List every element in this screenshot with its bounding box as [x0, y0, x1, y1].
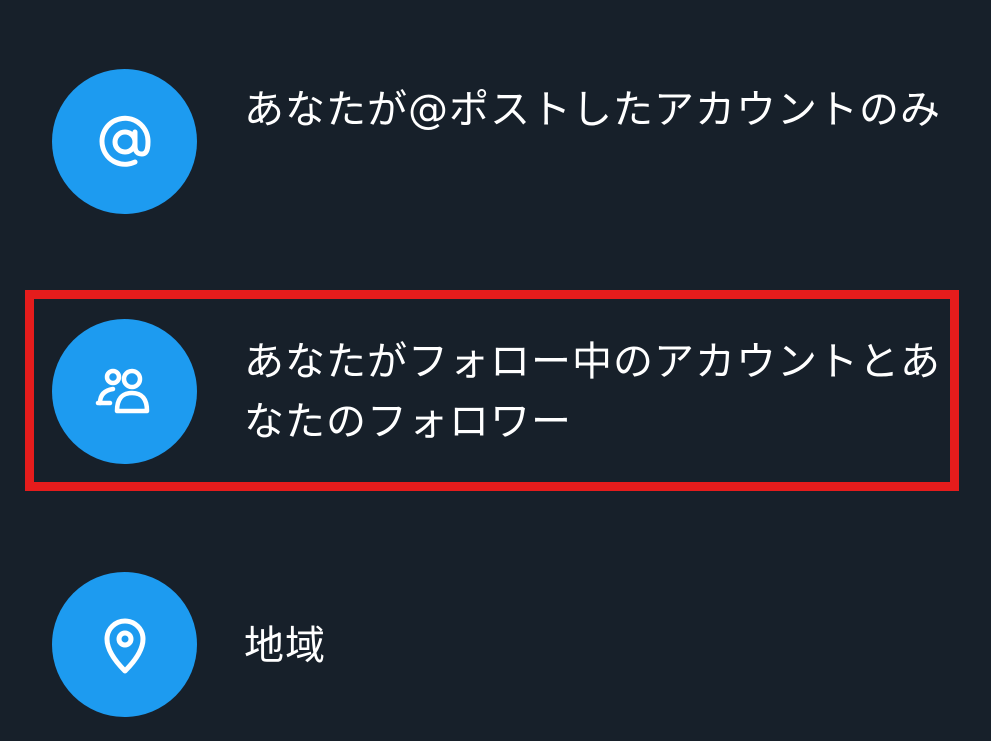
reply-option-label: あなたが@ポストしたアカウントのみ — [244, 87, 941, 133]
people-icon-circle — [52, 319, 197, 464]
at-sign-icon — [99, 115, 151, 167]
reply-option-label: 地域 — [244, 623, 326, 669]
at-sign-icon-circle — [52, 69, 197, 214]
reply-option-label: あなたがフォロー中のアカウントとあなたのフォロワー — [244, 339, 941, 445]
location-pin-icon-circle — [52, 572, 197, 717]
location-pin-icon — [104, 618, 145, 673]
reply-option-region[interactable]: 地域 — [0, 520, 991, 741]
people-icon — [95, 368, 149, 413]
reply-option-mentioned-only[interactable]: あなたが@ポストしたアカウントのみ — [0, 0, 991, 260]
reply-option-following-and-followers[interactable]: あなたがフォロー中のアカウントとあなたのフォロワー — [0, 260, 991, 520]
